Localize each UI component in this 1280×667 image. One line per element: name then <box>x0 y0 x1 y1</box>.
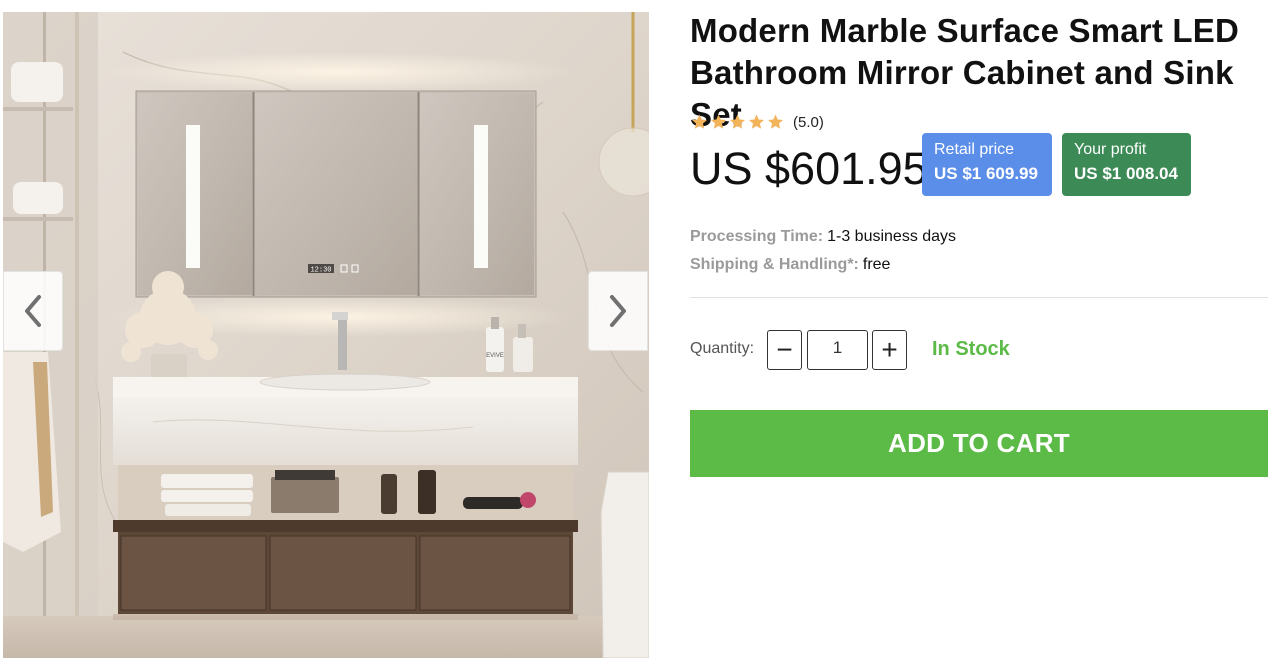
plus-icon: + <box>881 334 898 365</box>
quantity-increase-button[interactable]: + <box>872 330 907 370</box>
profit-label: Your profit <box>1074 141 1147 158</box>
retail-price-value: US $1 609.99 <box>934 164 1038 183</box>
processing-time: Processing Time: 1-3 business days <box>690 228 956 246</box>
processing-time-label: Processing Time: <box>690 228 824 245</box>
retail-price-label: Retail price <box>934 141 1015 158</box>
profit-badge: Your profit US $1 008.04 <box>1062 133 1191 196</box>
shipping-value: free <box>862 256 891 273</box>
shipping-label: Shipping & Handling*: <box>690 256 859 273</box>
chevron-right-icon <box>610 295 626 327</box>
bottle-label-text: EVIVE <box>486 353 504 359</box>
processing-time-value: 1-3 business days <box>827 228 957 245</box>
quantity-label: Quantity: <box>690 340 755 357</box>
product-image-gallery: 12:30 EVIVE <box>3 12 649 658</box>
product-price: US $601.95 <box>690 143 928 194</box>
shipping-handling: Shipping & Handling*: free <box>690 256 890 274</box>
quantity-decrease-button[interactable]: − <box>767 330 802 370</box>
minus-icon: − <box>776 334 793 365</box>
star-icon <box>749 114 764 129</box>
star-rating <box>690 113 785 131</box>
star-icon <box>768 114 783 129</box>
stock-status: In Stock <box>932 338 1010 360</box>
rating-value: (5.0) <box>793 113 824 131</box>
quantity-input[interactable] <box>807 330 868 370</box>
product-rating: (5.0) <box>690 112 824 132</box>
add-to-cart-button[interactable]: ADD TO CART <box>690 410 1268 477</box>
gallery-prev-button[interactable] <box>3 271 63 351</box>
retail-price-badge: Retail price US $1 609.99 <box>922 133 1052 196</box>
profit-value: US $1 008.04 <box>1074 164 1178 183</box>
divider <box>690 297 1268 298</box>
star-icon <box>711 114 726 129</box>
gallery-next-button[interactable] <box>588 271 648 351</box>
product-photo: 12:30 EVIVE <box>3 12 649 658</box>
chevron-left-icon <box>25 295 41 327</box>
star-icon <box>730 114 745 129</box>
star-icon <box>692 114 707 129</box>
mirror-clock-text: 12:30 <box>310 267 331 275</box>
